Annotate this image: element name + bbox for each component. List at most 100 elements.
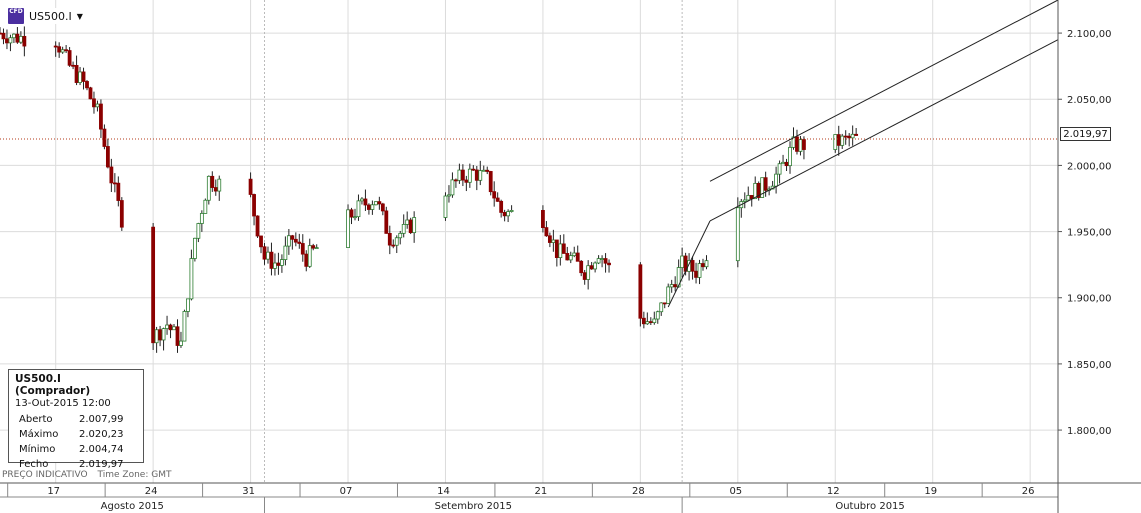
info-panel-title: US500.I (Comprador) bbox=[15, 373, 91, 397]
candle-body bbox=[168, 324, 173, 331]
candle-body bbox=[648, 321, 653, 324]
candle-body bbox=[506, 211, 511, 217]
trendline-overlays bbox=[0, 0, 1059, 308]
y-tick-label: 2.100,00 bbox=[1067, 29, 1112, 40]
candle-body bbox=[314, 247, 319, 250]
candle-body bbox=[161, 328, 166, 341]
chevron-down-icon[interactable]: ▼ bbox=[77, 12, 83, 21]
candle-body bbox=[252, 194, 256, 217]
candle-body bbox=[572, 252, 577, 257]
candle-body bbox=[5, 38, 9, 44]
candle-body bbox=[547, 235, 552, 243]
candle-body bbox=[690, 260, 695, 272]
candle-body bbox=[300, 243, 305, 255]
candle-body bbox=[565, 253, 570, 261]
candle-body bbox=[488, 171, 493, 193]
x-tick-label: 28 bbox=[632, 486, 645, 497]
y-tick-label: 2.050,00 bbox=[1067, 95, 1112, 106]
candle-body bbox=[102, 128, 107, 147]
month-label: Outubro 2015 bbox=[835, 501, 904, 512]
candle-body bbox=[701, 263, 705, 268]
candle-body bbox=[735, 207, 740, 262]
candle-body bbox=[373, 201, 378, 206]
timezone-note: Time Zone: GMT bbox=[97, 470, 172, 480]
candle-body bbox=[283, 245, 288, 261]
candle-body bbox=[774, 173, 778, 187]
candle-body bbox=[370, 204, 375, 210]
candle-body bbox=[85, 81, 89, 89]
candle-body bbox=[481, 169, 486, 172]
candle-body bbox=[8, 37, 13, 44]
candle-body bbox=[561, 243, 566, 254]
footer-note: PREÇO INDICATIVO Time Zone: GMT bbox=[2, 470, 171, 480]
current-price-label: 2.019,97 bbox=[1060, 127, 1111, 141]
info-label: Fecho bbox=[19, 459, 49, 470]
candle-body bbox=[781, 161, 785, 165]
candle-body bbox=[276, 262, 281, 266]
x-tick-label: 14 bbox=[437, 486, 450, 497]
candle-body bbox=[151, 226, 156, 344]
month-label: Setembro 2015 bbox=[435, 501, 512, 512]
candle-body bbox=[363, 198, 368, 206]
candle-body bbox=[798, 139, 803, 152]
grid-lines bbox=[0, 0, 1058, 483]
candle-body bbox=[92, 98, 96, 108]
candle-body bbox=[652, 318, 657, 324]
candle-body bbox=[544, 227, 549, 237]
candle-body bbox=[655, 311, 660, 320]
y-tick-label: 1.850,00 bbox=[1067, 360, 1112, 371]
x-tick-label: 17 bbox=[47, 486, 60, 497]
x-tick-label: 12 bbox=[827, 486, 840, 497]
candle-body bbox=[558, 243, 563, 258]
info-row-open: Aberto 2.007,99 bbox=[15, 412, 137, 427]
candle-body bbox=[293, 238, 298, 243]
candle-body bbox=[471, 168, 476, 171]
x-tick-label: 26 bbox=[1022, 486, 1035, 497]
candle-body bbox=[593, 262, 598, 270]
candle-body bbox=[262, 246, 267, 260]
candle-body bbox=[600, 258, 604, 260]
y-tick-label: 1.950,00 bbox=[1067, 228, 1112, 239]
candle-body bbox=[99, 103, 103, 130]
candle-body bbox=[398, 232, 403, 239]
candle-body bbox=[71, 64, 75, 67]
candle-body bbox=[248, 178, 253, 195]
candle-body bbox=[746, 195, 751, 201]
info-value: 2.007,99 bbox=[79, 414, 124, 425]
price-chart[interactable]: 2.100,00 2.050,00 2.000,00 1.950,00 1.900,00… bbox=[0, 0, 1141, 513]
candle-body bbox=[377, 201, 382, 205]
candle-body bbox=[259, 235, 263, 248]
candle-body bbox=[154, 329, 159, 344]
candle-body bbox=[206, 175, 211, 201]
candle-body bbox=[697, 263, 702, 278]
symbol-selector[interactable]: CFD US500.I ▼ bbox=[8, 8, 83, 24]
info-value: 2.019,97 bbox=[79, 459, 124, 470]
candle-body bbox=[401, 224, 406, 234]
month-label: Agosto 2015 bbox=[101, 501, 164, 512]
candle-body bbox=[210, 175, 215, 188]
candle-body bbox=[833, 134, 838, 150]
candle-body bbox=[641, 317, 646, 325]
candle-body bbox=[464, 179, 469, 183]
candle-body bbox=[307, 245, 312, 267]
candle-body bbox=[485, 169, 490, 172]
candle-body bbox=[179, 340, 183, 346]
candle-body bbox=[112, 182, 117, 185]
candle-body bbox=[673, 284, 678, 288]
candle-body bbox=[495, 197, 500, 202]
candle-body bbox=[777, 163, 782, 175]
candle-body bbox=[499, 200, 504, 213]
candle-body bbox=[266, 251, 270, 260]
candle-body bbox=[405, 219, 410, 225]
candle-body bbox=[311, 245, 316, 249]
candle-body bbox=[12, 33, 16, 39]
candle-body bbox=[847, 135, 852, 139]
candle-body bbox=[384, 210, 389, 234]
candle-body bbox=[589, 265, 594, 270]
candle-body bbox=[586, 265, 591, 280]
candle-body bbox=[554, 239, 559, 258]
candle-body bbox=[836, 134, 841, 146]
candle-body bbox=[391, 244, 396, 247]
candle-body bbox=[192, 237, 197, 259]
candle-body bbox=[213, 187, 218, 192]
